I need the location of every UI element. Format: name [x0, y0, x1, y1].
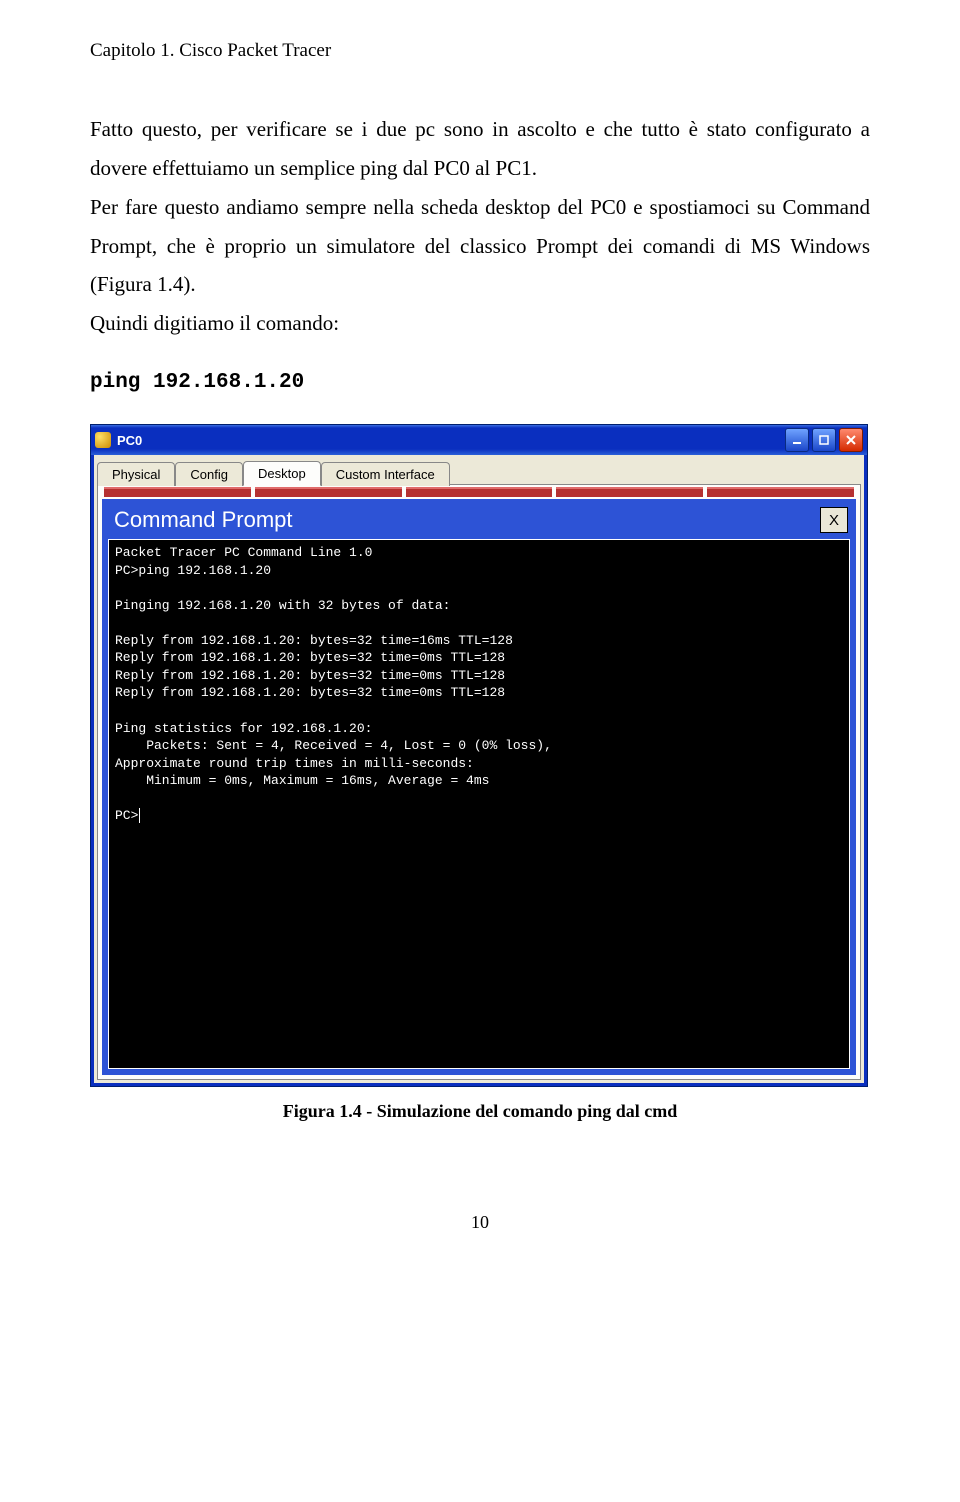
- chapter-header: Capitolo 1. Cisco Packet Tracer: [90, 40, 870, 62]
- paragraph-2: Per fare questo andiamo sempre nella sch…: [90, 188, 870, 305]
- terminal-text: Packet Tracer PC Command Line 1.0 PC>pin…: [115, 545, 552, 823]
- maximize-icon: [818, 434, 830, 446]
- tab-physical[interactable]: Physical: [97, 462, 175, 486]
- tab-config[interactable]: Config: [175, 462, 243, 486]
- terminal-cursor: [139, 808, 148, 823]
- minimize-icon: [791, 434, 803, 446]
- tab-panel-desktop: Command Prompt X Packet Tracer PC Comman…: [97, 484, 861, 1080]
- minimize-button[interactable]: [785, 428, 809, 452]
- command-prompt-titlebar[interactable]: Command Prompt X: [108, 505, 850, 539]
- window-titlebar[interactable]: PC0: [91, 425, 867, 455]
- page-number: 10: [90, 1212, 870, 1233]
- close-icon: [845, 434, 857, 446]
- command-prompt-window: Command Prompt X Packet Tracer PC Comman…: [102, 499, 856, 1075]
- pc0-window: PC0 Physical Config Desktop Custom Inter…: [90, 424, 868, 1087]
- paragraph-1: Fatto questo, per verificare se i due pc…: [90, 110, 870, 188]
- close-button[interactable]: [839, 428, 863, 452]
- terminal-output[interactable]: Packet Tracer PC Command Line 1.0 PC>pin…: [108, 539, 850, 1069]
- paragraph-3: Quindi digitiamo il comando:: [90, 304, 870, 343]
- tab-custom-interface[interactable]: Custom Interface: [321, 462, 450, 486]
- tab-strip: Physical Config Desktop Custom Interface: [97, 460, 861, 485]
- tab-desktop[interactable]: Desktop: [243, 461, 321, 486]
- app-icon: [95, 432, 111, 448]
- command-code: ping 192.168.1.20: [90, 371, 870, 394]
- command-prompt-close-button[interactable]: X: [820, 507, 848, 533]
- maximize-button[interactable]: [812, 428, 836, 452]
- figure-caption: Figura 1.4 - Simulazione del comando pin…: [90, 1101, 870, 1122]
- window-title: PC0: [117, 433, 142, 448]
- command-prompt-title: Command Prompt: [114, 507, 820, 533]
- app-shelf: [100, 487, 858, 497]
